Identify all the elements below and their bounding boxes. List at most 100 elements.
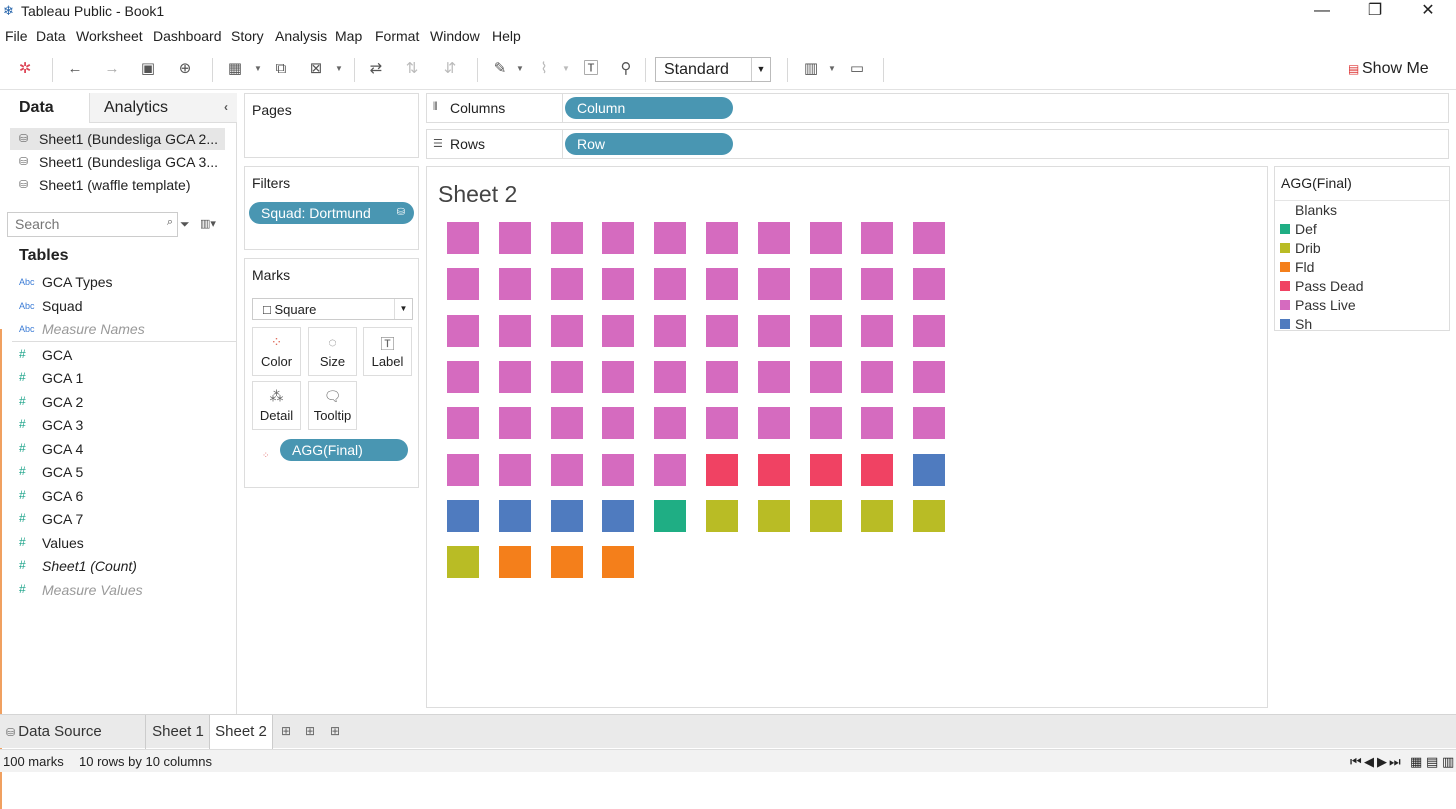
waffle-mark-drib[interactable] xyxy=(447,546,479,578)
waffle-mark-pass-live[interactable] xyxy=(913,361,945,393)
menu-window[interactable]: Window xyxy=(430,28,480,44)
menu-story[interactable]: Story xyxy=(231,28,264,44)
chevron-down-icon[interactable]: ▼ xyxy=(751,58,770,81)
sort-descending-icon[interactable]: ⇵ xyxy=(441,60,459,78)
redo-icon[interactable]: → xyxy=(103,60,121,78)
waffle-mark-pass-live[interactable] xyxy=(551,407,583,439)
waffle-mark-pass-live[interactable] xyxy=(499,454,531,486)
waffle-mark-pass-dead[interactable] xyxy=(758,454,790,486)
tab-analytics[interactable]: Analytics ‹ xyxy=(89,93,237,123)
minimize-button[interactable]: — xyxy=(1302,0,1342,24)
pages-card[interactable]: Pages xyxy=(244,93,419,158)
waffle-mark-pass-live[interactable] xyxy=(602,407,634,439)
tab-data-source[interactable]: ⛁ Data Source xyxy=(6,715,146,749)
waffle-mark-pass-live[interactable] xyxy=(654,361,686,393)
waffle-mark-pass-live[interactable] xyxy=(706,222,738,254)
new-story-tab-icon[interactable]: ⊞ xyxy=(330,724,340,738)
waffle-mark-pass-live[interactable] xyxy=(913,407,945,439)
search-input[interactable] xyxy=(8,213,158,235)
waffle-mark-pass-live[interactable] xyxy=(551,268,583,300)
marks-pill-agg-final[interactable]: AGG(Final) xyxy=(280,439,408,461)
nav-first-icon[interactable]: ⏮ xyxy=(1350,754,1362,770)
viz-canvas[interactable]: Sheet 2 xyxy=(426,166,1268,708)
waffle-mark-pass-live[interactable] xyxy=(499,222,531,254)
waffle-mark-pass-live[interactable] xyxy=(654,407,686,439)
waffle-mark-sh[interactable] xyxy=(499,500,531,532)
presentation-mode-icon[interactable]: ▭ xyxy=(848,60,866,78)
new-worksheet-icon[interactable]: ▦ xyxy=(226,60,244,78)
save-icon[interactable]: ▣ xyxy=(139,60,157,78)
waffle-mark-pass-live[interactable] xyxy=(861,361,893,393)
filter-icon[interactable]: ⏷ xyxy=(180,217,190,232)
fix-axes-icon[interactable]: ⚲ xyxy=(617,60,635,78)
waffle-mark-pass-live[interactable] xyxy=(810,315,842,347)
waffle-mark-pass-live[interactable] xyxy=(810,407,842,439)
new-worksheet-tab-icon[interactable]: ⊞ xyxy=(281,724,291,738)
show-me-button[interactable]: ▤ Show Me xyxy=(1348,60,1429,78)
rows-pill[interactable]: Row xyxy=(565,133,733,155)
waffle-mark-pass-live[interactable] xyxy=(810,222,842,254)
undo-icon[interactable]: ← xyxy=(66,60,84,78)
waffle-mark-pass-live[interactable] xyxy=(551,454,583,486)
waffle-mark-pass-live[interactable] xyxy=(447,361,479,393)
data-source-item[interactable]: ⛁ Sheet1 (Bundesliga GCA 2... xyxy=(10,128,225,150)
tab-sheet-1[interactable]: Sheet 1 xyxy=(147,715,209,749)
nav-prev-icon[interactable]: ◀ xyxy=(1364,754,1374,770)
waffle-mark-pass-live[interactable] xyxy=(602,454,634,486)
waffle-mark-pass-live[interactable] xyxy=(706,268,738,300)
data-source-item[interactable]: ⛁ Sheet1 (waffle template) xyxy=(10,174,225,196)
fit-view-select[interactable]: Standard ▼ xyxy=(655,57,771,82)
marks-color-button[interactable]: ⁘ Color xyxy=(252,327,301,376)
highlight-icon[interactable]: ✎ xyxy=(491,60,509,78)
tab-data[interactable]: Data xyxy=(0,93,89,123)
view-options-icon[interactable]: ▥▾ xyxy=(200,217,216,230)
waffle-mark-pass-live[interactable] xyxy=(551,315,583,347)
waffle-mark-pass-live[interactable] xyxy=(758,315,790,347)
menu-data[interactable]: Data xyxy=(36,28,66,44)
new-worksheet-dropdown-icon[interactable]: ▼ xyxy=(254,64,262,73)
waffle-mark-pass-live[interactable] xyxy=(706,315,738,347)
waffle-mark-drib[interactable] xyxy=(810,500,842,532)
marks-size-button[interactable]: ◌ Size xyxy=(308,327,357,376)
show-mark-labels-icon[interactable]: 🅃 xyxy=(582,60,600,78)
waffle-mark-pass-live[interactable] xyxy=(551,361,583,393)
menu-file[interactable]: File xyxy=(5,28,28,44)
waffle-mark-pass-dead[interactable] xyxy=(861,454,893,486)
waffle-mark-pass-live[interactable] xyxy=(861,268,893,300)
waffle-mark-fld[interactable] xyxy=(602,546,634,578)
waffle-mark-pass-live[interactable] xyxy=(447,315,479,347)
waffle-mark-pass-live[interactable] xyxy=(913,268,945,300)
waffle-mark-pass-live[interactable] xyxy=(913,315,945,347)
waffle-mark-pass-live[interactable] xyxy=(810,268,842,300)
marks-label-button[interactable]: 🅃 Label xyxy=(363,327,412,376)
clear-sheet-icon[interactable]: ⊠ xyxy=(307,60,325,78)
waffle-mark-drib[interactable] xyxy=(758,500,790,532)
highlight-dropdown-icon[interactable]: ▼ xyxy=(516,64,524,73)
waffle-mark-pass-live[interactable] xyxy=(861,222,893,254)
waffle-mark-pass-live[interactable] xyxy=(654,454,686,486)
waffle-mark-pass-live[interactable] xyxy=(706,407,738,439)
waffle-mark-pass-dead[interactable] xyxy=(706,454,738,486)
waffle-mark-pass-live[interactable] xyxy=(758,222,790,254)
waffle-mark-pass-live[interactable] xyxy=(602,315,634,347)
collapse-pane-icon[interactable]: ‹ xyxy=(224,100,228,114)
tabs-view-icon[interactable]: ▥ xyxy=(1442,754,1454,770)
filter-pill-squad[interactable]: Squad: Dortmund ⛁ xyxy=(249,202,414,224)
waffle-mark-pass-live[interactable] xyxy=(499,315,531,347)
waffle-mark-pass-dead[interactable] xyxy=(810,454,842,486)
marks-tooltip-button[interactable]: 🗨 Tooltip xyxy=(308,381,357,430)
waffle-mark-fld[interactable] xyxy=(551,546,583,578)
waffle-mark-pass-live[interactable] xyxy=(551,222,583,254)
tableau-home-icon[interactable]: ✲ xyxy=(16,60,34,78)
restore-button[interactable]: ❐ xyxy=(1355,0,1395,24)
tab-sheet-2[interactable]: Sheet 2 xyxy=(209,715,273,749)
columns-pill[interactable]: Column xyxy=(565,97,733,119)
group-members-icon[interactable]: ⌇ xyxy=(535,60,553,78)
waffle-mark-pass-live[interactable] xyxy=(654,222,686,254)
waffle-mark-drib[interactable] xyxy=(861,500,893,532)
waffle-mark-pass-live[interactable] xyxy=(758,361,790,393)
filmstrip-icon[interactable]: ▤ xyxy=(1426,754,1438,770)
waffle-mark-pass-live[interactable] xyxy=(654,268,686,300)
waffle-mark-pass-live[interactable] xyxy=(499,268,531,300)
waffle-mark-drib[interactable] xyxy=(706,500,738,532)
